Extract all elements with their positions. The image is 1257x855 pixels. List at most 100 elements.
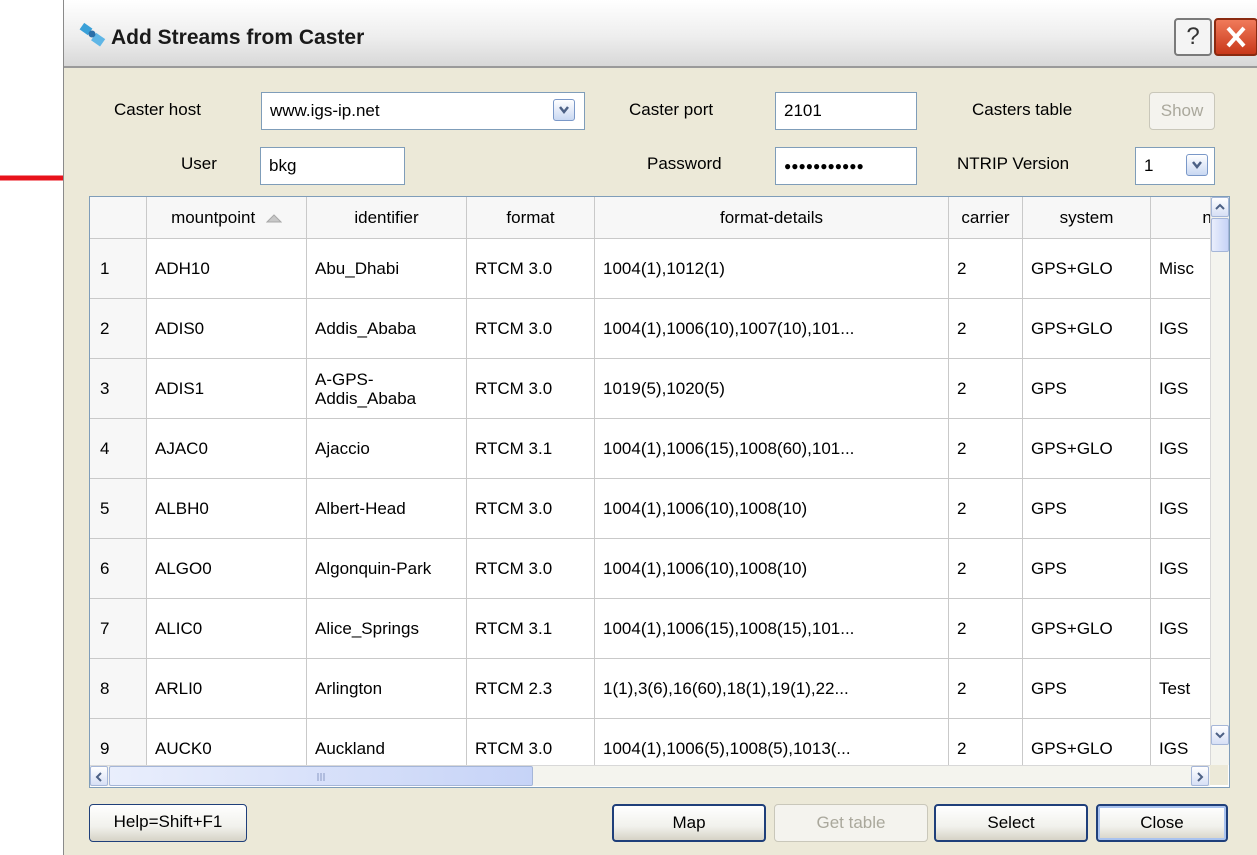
cell-identifier: Algonquin-Park xyxy=(307,539,467,598)
help-shortcut-button[interactable]: Help=Shift+F1 xyxy=(89,804,247,842)
vertical-scroll-thumb[interactable] xyxy=(1211,218,1229,252)
cell-rownum: 9 xyxy=(90,719,147,765)
cell-carrier: 2 xyxy=(949,599,1023,658)
cell-rownum: 3 xyxy=(90,359,147,418)
cell-carrier: 2 xyxy=(949,539,1023,598)
table-row[interactable]: 1 ADH10 Abu_Dhabi RTCM 3.0 1004(1),1012(1) 2 G… xyxy=(90,239,1210,299)
chevron-down-icon xyxy=(559,106,569,115)
cell-identifier: A-GPS-Addis_Ababa xyxy=(307,359,467,418)
table-row[interactable]: 8 ARLI0 Arlington RTCM 2.3 1(1),3(6),16(60),… xyxy=(90,659,1210,719)
chevron-down-icon xyxy=(1192,161,1202,170)
table-row[interactable]: 3 ADIS1 A-GPS-Addis_Ababa RTCM 3.0 1019(5),1… xyxy=(90,359,1210,419)
cell-system: GPS xyxy=(1023,479,1151,538)
table-row[interactable]: 9 AUCK0 Auckland RTCM 3.0 1004(1),1006(5),10… xyxy=(90,719,1210,765)
streams-table[interactable]: mountpoint identifier format format-deta… xyxy=(89,196,1230,788)
cell-format: RTCM 3.0 xyxy=(467,719,595,765)
user-input[interactable]: bkg xyxy=(260,147,405,185)
cell-rownum: 2 xyxy=(90,299,147,358)
show-button[interactable]: Show xyxy=(1149,92,1215,130)
caster-port-label: Caster port xyxy=(629,100,714,119)
table-row[interactable]: 4 AJAC0 Ajaccio RTCM 3.1 1004(1),1006(15),10… xyxy=(90,419,1210,479)
scroll-right-button[interactable] xyxy=(1191,766,1209,786)
cell-rownum: 8 xyxy=(90,659,147,718)
cell-mountpoint: ALBH0 xyxy=(147,479,307,538)
close-title-button[interactable] xyxy=(1214,18,1257,56)
ntrip-version-dropdown-button[interactable] xyxy=(1186,154,1208,176)
cell-format-details: 1004(1),1006(5),1008(5),1013(... xyxy=(595,719,949,765)
cell-format: RTCM 3.0 xyxy=(467,539,595,598)
password-label: Password xyxy=(647,154,722,173)
cell-carrier: 2 xyxy=(949,419,1023,478)
column-header-format-details[interactable]: format-details xyxy=(595,197,949,239)
chevron-up-icon xyxy=(1215,203,1225,210)
cell-format-details: 1004(1),1006(10),1007(10),101... xyxy=(595,299,949,358)
scroll-down-button[interactable] xyxy=(1211,725,1229,745)
vertical-scrollbar[interactable] xyxy=(1210,197,1229,765)
cell-net: Misc xyxy=(1151,239,1210,298)
help-title-button[interactable]: ? xyxy=(1174,18,1212,56)
cell-format: RTCM 3.1 xyxy=(467,419,595,478)
cell-identifier: Arlington xyxy=(307,659,467,718)
table-row[interactable]: 6 ALGO0 Algonquin-Park RTCM 3.0 1004(1),1006… xyxy=(90,539,1210,599)
cell-rownum: 5 xyxy=(90,479,147,538)
get-table-button[interactable]: Get table xyxy=(774,804,928,842)
cell-format-details: 1004(1),1006(10),1008(10) xyxy=(595,479,949,538)
select-button[interactable]: Select xyxy=(934,804,1088,842)
horizontal-scroll-thumb[interactable] xyxy=(109,766,533,786)
cell-carrier: 2 xyxy=(949,359,1023,418)
cell-net: IGS xyxy=(1151,299,1210,358)
column-header-rownum xyxy=(90,197,147,239)
column-header-mountpoint[interactable]: mountpoint xyxy=(147,197,307,239)
cell-format: RTCM 3.1 xyxy=(467,599,595,658)
cell-identifier: Albert-Head xyxy=(307,479,467,538)
scroll-up-button[interactable] xyxy=(1211,197,1229,217)
cell-system: GPS+GLO xyxy=(1023,719,1151,765)
scroll-left-button[interactable] xyxy=(90,766,108,786)
cell-mountpoint: ADIS1 xyxy=(147,359,307,418)
cell-mountpoint: ALGO0 xyxy=(147,539,307,598)
column-header-identifier[interactable]: identifier xyxy=(307,197,467,239)
table-row[interactable]: 7 ALIC0 Alice_Springs RTCM 3.1 1004(1),1006(… xyxy=(90,599,1210,659)
cell-carrier: 2 xyxy=(949,659,1023,718)
add-streams-dialog: Add Streams from Caster ? Caster host ww… xyxy=(63,0,1257,855)
cell-carrier: 2 xyxy=(949,479,1023,538)
cell-mountpoint: ADIS0 xyxy=(147,299,307,358)
cell-rownum: 1 xyxy=(90,239,147,298)
table-row[interactable]: 2 ADIS0 Addis_Ababa RTCM 3.0 1004(1),1006(10… xyxy=(90,299,1210,359)
casters-table-label: Casters table xyxy=(972,100,1073,119)
title-bar: Add Streams from Caster ? xyxy=(64,0,1257,68)
close-icon xyxy=(1226,26,1246,48)
cell-system: GPS xyxy=(1023,539,1151,598)
cell-identifier: Ajaccio xyxy=(307,419,467,478)
column-header-system[interactable]: system xyxy=(1023,197,1151,239)
cell-net: IGS xyxy=(1151,359,1210,418)
table-grid: mountpoint identifier format format-deta… xyxy=(90,197,1210,765)
column-header-net[interactable]: net xyxy=(1151,197,1210,239)
cell-mountpoint: ALIC0 xyxy=(147,599,307,658)
cell-rownum: 6 xyxy=(90,539,147,598)
map-button[interactable]: Map xyxy=(612,804,766,842)
column-header-carrier[interactable]: carrier xyxy=(949,197,1023,239)
table-row[interactable]: 5 ALBH0 Albert-Head RTCM 3.0 1004(1),1006(10… xyxy=(90,479,1210,539)
column-header-format[interactable]: format xyxy=(467,197,595,239)
cell-net: Test xyxy=(1151,659,1210,718)
caster-host-combobox[interactable]: www.igs-ip.net xyxy=(261,92,585,130)
caster-port-input[interactable]: 2101 xyxy=(775,92,917,130)
caster-host-label: Caster host xyxy=(114,100,201,119)
cell-net: IGS xyxy=(1151,419,1210,478)
cell-format-details: 1004(1),1006(15),1008(15),101... xyxy=(595,599,949,658)
cell-identifier: Abu_Dhabi xyxy=(307,239,467,298)
cell-identifier: Alice_Springs xyxy=(307,599,467,658)
horizontal-scrollbar[interactable] xyxy=(90,765,1210,786)
cell-format: RTCM 3.0 xyxy=(467,359,595,418)
cell-format-details: 1004(1),1006(15),1008(60),101... xyxy=(595,419,949,478)
password-input[interactable]: ●●●●●●●●●●● xyxy=(775,147,917,185)
cell-identifier: Auckland xyxy=(307,719,467,765)
caster-host-dropdown-button[interactable] xyxy=(553,99,575,121)
cell-mountpoint: AUCK0 xyxy=(147,719,307,765)
close-button[interactable]: Close xyxy=(1096,804,1228,842)
ntrip-version-combobox[interactable]: 1 xyxy=(1135,147,1215,185)
cell-system: GPS+GLO xyxy=(1023,239,1151,298)
cell-net: IGS xyxy=(1151,719,1210,765)
cell-system: GPS xyxy=(1023,659,1151,718)
